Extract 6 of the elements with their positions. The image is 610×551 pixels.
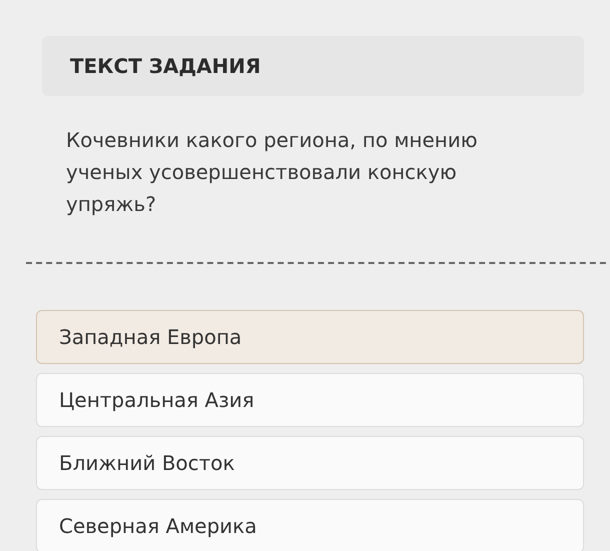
question-text: Кочевники какого региона, по мнению ученых усовершенствовали конскую упряжь?: [66, 127, 478, 218]
answer-option[interactable]: Западная Европа: [36, 310, 584, 364]
answer-option[interactable]: Северная Америка: [36, 499, 584, 551]
task-title: ТЕКСТ ЗАДАНИЯ: [70, 54, 261, 78]
answer-option[interactable]: Центральная Азия: [36, 373, 584, 427]
answer-option[interactable]: Ближний Восток: [36, 436, 584, 490]
